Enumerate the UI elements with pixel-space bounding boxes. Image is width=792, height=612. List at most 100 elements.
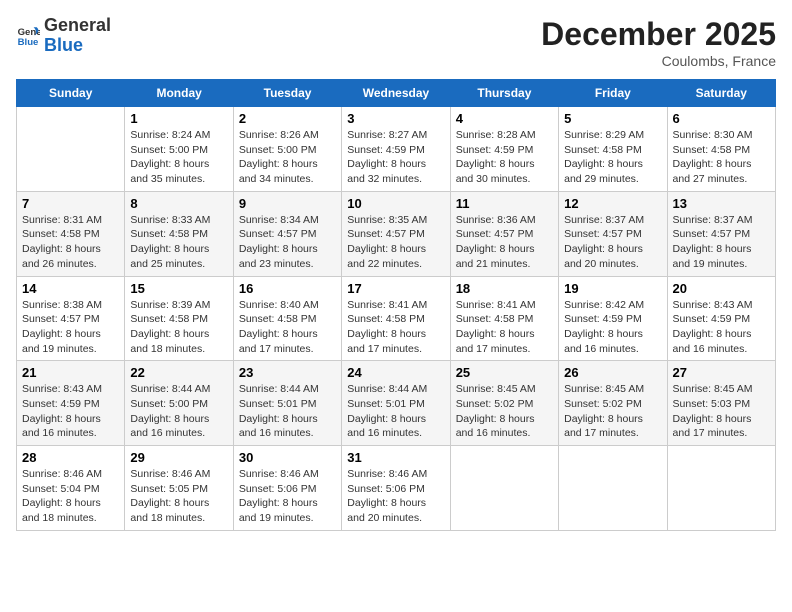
header-cell-saturday: Saturday: [667, 80, 775, 107]
calendar-cell: 27Sunrise: 8:45 AM Sunset: 5:03 PM Dayli…: [667, 361, 775, 446]
day-number: 28: [22, 450, 119, 465]
day-number: 31: [347, 450, 444, 465]
calendar-cell: [667, 446, 775, 531]
calendar-cell: 14 Sunrise: 8:38 AM Sunset: 4:57 PM Dayli…: [17, 276, 125, 361]
calendar-cell: 8Sunrise: 8:33 AM Sunset: 4:58 PM Daylig…: [125, 191, 233, 276]
calendar-cell: 7 Sunrise: 8:31 AM Sunset: 4:58 PM Daylig…: [17, 191, 125, 276]
title-block: December 2025 Coulombs, France: [541, 16, 776, 69]
calendar-cell: 11 Sunrise: 8:36 AM Sunset: 4:57 PM Dayli…: [450, 191, 558, 276]
calendar-body: 1 Sunrise: 8:24 AM Sunset: 5:00 PM Daylig…: [17, 107, 776, 531]
day-info: Sunrise: 8:34 AM Sunset: 4:57 PM Dayligh…: [239, 213, 336, 272]
day-info: Sunrise: 8:44 AM Sunset: 5:01 PM Dayligh…: [347, 382, 444, 441]
day-info: Sunrise: 8:45 AM Sunset: 5:02 PM Dayligh…: [564, 382, 661, 441]
calendar-cell: 22Sunrise: 8:44 AM Sunset: 5:00 PM Dayli…: [125, 361, 233, 446]
calendar-cell: 12 Sunrise: 8:37 AM Sunset: 4:57 PM Dayli…: [559, 191, 667, 276]
calendar-cell: 17 Sunrise: 8:41 AM Sunset: 4:58 PM Dayli…: [342, 276, 450, 361]
day-number: 15: [130, 281, 227, 296]
day-number: 20: [673, 281, 770, 296]
day-info: Sunrise: 8:45 AM Sunset: 5:02 PM Dayligh…: [456, 382, 553, 441]
day-info: Sunrise: 8:35 AM Sunset: 4:57 PM Dayligh…: [347, 213, 444, 272]
calendar-cell: 21Sunrise: 8:43 AM Sunset: 4:59 PM Dayli…: [17, 361, 125, 446]
header-cell-wednesday: Wednesday: [342, 80, 450, 107]
day-info: Sunrise: 8:36 AM Sunset: 4:57 PM Dayligh…: [456, 213, 553, 272]
calendar-cell: 28 Sunrise: 8:46 AM Sunset: 5:04 PM Dayli…: [17, 446, 125, 531]
day-info: Sunrise: 8:44 AM Sunset: 5:01 PM Dayligh…: [239, 382, 336, 441]
logo: General Blue General Blue: [16, 16, 111, 56]
day-info: Sunrise: 8:28 AM Sunset: 4:59 PM Dayligh…: [456, 128, 553, 187]
day-number: 13: [673, 196, 770, 211]
calendar-cell: 23 Sunrise: 8:44 AM Sunset: 5:01 PM Dayli…: [233, 361, 341, 446]
day-info: Sunrise: 8:46 AM Sunset: 5:06 PM Dayligh…: [347, 467, 444, 526]
day-info: Sunrise: 8:42 AM Sunset: 4:59 PM Dayligh…: [564, 298, 661, 357]
day-info: Sunrise: 8:43 AM Sunset: 4:59 PM Dayligh…: [22, 382, 119, 441]
day-number: 4: [456, 111, 553, 126]
day-number: 2: [239, 111, 336, 126]
calendar-cell: 19Sunrise: 8:42 AM Sunset: 4:59 PM Dayli…: [559, 276, 667, 361]
day-info: Sunrise: 8:29 AM Sunset: 4:58 PM Dayligh…: [564, 128, 661, 187]
day-info: Sunrise: 8:30 AM Sunset: 4:58 PM Dayligh…: [673, 128, 770, 187]
calendar-cell: 9 Sunrise: 8:34 AM Sunset: 4:57 PM Daylig…: [233, 191, 341, 276]
day-info: Sunrise: 8:24 AM Sunset: 5:00 PM Dayligh…: [130, 128, 227, 187]
header-row: SundayMondayTuesdayWednesdayThursdayFrid…: [17, 80, 776, 107]
calendar-cell: 16Sunrise: 8:40 AM Sunset: 4:58 PM Dayli…: [233, 276, 341, 361]
calendar-cell: [559, 446, 667, 531]
calendar-cell: 13 Sunrise: 8:37 AM Sunset: 4:57 PM Dayli…: [667, 191, 775, 276]
header-cell-tuesday: Tuesday: [233, 80, 341, 107]
day-number: 18: [456, 281, 553, 296]
day-number: 14: [22, 281, 119, 296]
calendar-cell: [450, 446, 558, 531]
header-cell-monday: Monday: [125, 80, 233, 107]
logo-line1: General: [44, 16, 111, 36]
day-info: Sunrise: 8:39 AM Sunset: 4:58 PM Dayligh…: [130, 298, 227, 357]
day-number: 23: [239, 365, 336, 380]
day-info: Sunrise: 8:46 AM Sunset: 5:05 PM Dayligh…: [130, 467, 227, 526]
day-number: 6: [673, 111, 770, 126]
calendar-cell: 26 Sunrise: 8:45 AM Sunset: 5:02 PM Dayli…: [559, 361, 667, 446]
header-cell-sunday: Sunday: [17, 80, 125, 107]
page-header: General Blue General Blue December 2025 …: [16, 16, 776, 69]
day-info: Sunrise: 8:46 AM Sunset: 5:06 PM Dayligh…: [239, 467, 336, 526]
calendar-cell: 4 Sunrise: 8:28 AM Sunset: 4:59 PM Daylig…: [450, 107, 558, 192]
day-number: 24: [347, 365, 444, 380]
day-info: Sunrise: 8:37 AM Sunset: 4:57 PM Dayligh…: [673, 213, 770, 272]
day-number: 26: [564, 365, 661, 380]
calendar-cell: 25 Sunrise: 8:45 AM Sunset: 5:02 PM Dayli…: [450, 361, 558, 446]
logo-icon: General Blue: [16, 24, 40, 48]
day-info: Sunrise: 8:46 AM Sunset: 5:04 PM Dayligh…: [22, 467, 119, 526]
calendar-cell: 24 Sunrise: 8:44 AM Sunset: 5:01 PM Dayli…: [342, 361, 450, 446]
day-number: 17: [347, 281, 444, 296]
location-subtitle: Coulombs, France: [541, 53, 776, 69]
logo-text: General Blue: [44, 16, 111, 56]
day-number: 29: [130, 450, 227, 465]
calendar-cell: 15 Sunrise: 8:39 AM Sunset: 4:58 PM Dayli…: [125, 276, 233, 361]
day-info: Sunrise: 8:37 AM Sunset: 4:57 PM Dayligh…: [564, 213, 661, 272]
calendar-week-3: 14 Sunrise: 8:38 AM Sunset: 4:57 PM Dayli…: [17, 276, 776, 361]
day-number: 1: [130, 111, 227, 126]
day-info: Sunrise: 8:31 AM Sunset: 4:58 PM Dayligh…: [22, 213, 119, 272]
day-number: 3: [347, 111, 444, 126]
calendar-cell: 2Sunrise: 8:26 AM Sunset: 5:00 PM Daylig…: [233, 107, 341, 192]
calendar-header: SundayMondayTuesdayWednesdayThursdayFrid…: [17, 80, 776, 107]
day-number: 11: [456, 196, 553, 211]
day-number: 9: [239, 196, 336, 211]
month-title: December 2025: [541, 16, 776, 53]
day-info: Sunrise: 8:41 AM Sunset: 4:58 PM Dayligh…: [347, 298, 444, 357]
calendar-week-1: 1 Sunrise: 8:24 AM Sunset: 5:00 PM Daylig…: [17, 107, 776, 192]
svg-text:Blue: Blue: [18, 37, 39, 48]
logo-line2: Blue: [44, 35, 83, 55]
day-number: 7: [22, 196, 119, 211]
day-info: Sunrise: 8:38 AM Sunset: 4:57 PM Dayligh…: [22, 298, 119, 357]
calendar-cell: 3Sunrise: 8:27 AM Sunset: 4:59 PM Daylig…: [342, 107, 450, 192]
day-number: 27: [673, 365, 770, 380]
day-number: 5: [564, 111, 661, 126]
day-number: 8: [130, 196, 227, 211]
calendar-week-5: 28 Sunrise: 8:46 AM Sunset: 5:04 PM Dayli…: [17, 446, 776, 531]
calendar-cell: [17, 107, 125, 192]
day-number: 12: [564, 196, 661, 211]
header-cell-thursday: Thursday: [450, 80, 558, 107]
day-number: 30: [239, 450, 336, 465]
day-number: 25: [456, 365, 553, 380]
calendar-cell: 30 Sunrise: 8:46 AM Sunset: 5:06 PM Dayli…: [233, 446, 341, 531]
calendar-cell: 5 Sunrise: 8:29 AM Sunset: 4:58 PM Daylig…: [559, 107, 667, 192]
calendar-cell: 20Sunrise: 8:43 AM Sunset: 4:59 PM Dayli…: [667, 276, 775, 361]
